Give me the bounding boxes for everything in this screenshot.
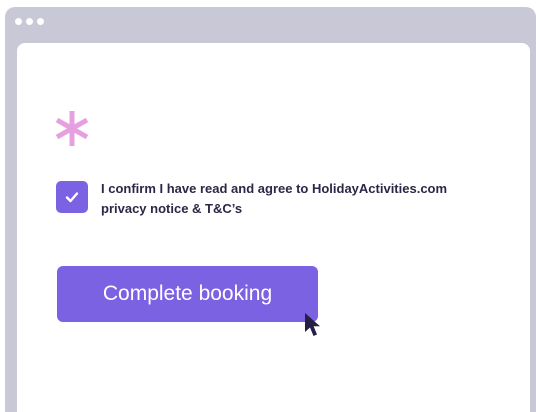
checkmark-icon [65,192,79,203]
consent-label-line1: I confirm I have read and agree to Holid… [101,181,448,196]
page-content [17,43,530,412]
complete-booking-button[interactable]: Complete booking [57,266,318,322]
consent-label: I confirm I have read and agree to Holid… [101,179,511,219]
window-dot-icon [26,18,33,25]
asterisk-icon [55,111,89,146]
window-controls [15,18,44,25]
consent-checkbox[interactable] [56,181,88,213]
mouse-cursor-icon [305,313,320,336]
consent-label-line2: privacy notice & T&C’s [101,201,243,216]
window-dot-icon [15,18,22,25]
window-dot-icon [37,18,44,25]
